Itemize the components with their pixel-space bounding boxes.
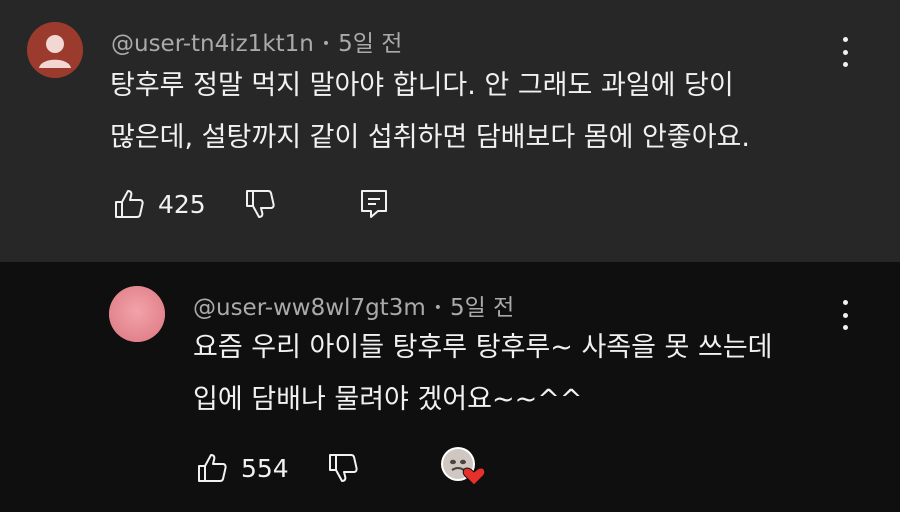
comment-text-line: 입에 담배나 물려야 겠어요~~^^ <box>193 384 583 415</box>
user-avatar-icon <box>109 286 165 342</box>
author-handle[interactable]: @user-ww8wl7gt3m <box>193 295 426 321</box>
comment-text-line: 요즘 우리 아이들 탕후루 탕후루~ 사족을 못 쓰는데 <box>193 332 773 363</box>
default-avatar-icon <box>27 22 83 78</box>
thumbs-up-icon <box>198 454 227 482</box>
avatar[interactable] <box>109 286 165 342</box>
comment-time[interactable]: 5일 전 <box>450 295 514 321</box>
dislike-button[interactable] <box>244 188 276 220</box>
thumbs-down-icon <box>329 454 358 482</box>
thumbs-up-icon <box>115 190 144 218</box>
avatar[interactable] <box>27 22 83 78</box>
more-dot <box>842 37 848 42</box>
reply-icon <box>361 190 387 218</box>
like-button[interactable] <box>196 452 228 484</box>
comment-text-line: 많은데, 설탕까지 같이 섭취하면 담배보다 몸에 안좋아요. <box>110 122 750 153</box>
more-dot <box>842 312 848 318</box>
more-dot <box>842 62 848 67</box>
like-count: 554 <box>241 454 289 483</box>
more-actions-button[interactable] <box>840 37 850 67</box>
more-actions-button[interactable] <box>840 300 850 330</box>
author-handle[interactable]: @user-tn4iz1kt1n <box>111 31 314 57</box>
like-count: 425 <box>158 190 206 219</box>
reply-button[interactable] <box>358 188 390 220</box>
comment-time[interactable]: 5일 전 <box>338 31 402 57</box>
comment-text: 탕후루 정말 먹지 말아야 합니다. 안 그래도 과일에 당이 많은데, 설탕까… <box>110 60 750 164</box>
creator-heart-icon <box>441 447 486 486</box>
comment-meta: @user-ww8wl7gt3m • 5일 전 <box>193 288 514 322</box>
creator-heart-badge <box>438 444 486 488</box>
comment-meta: @user-tn4iz1kt1n • 5일 전 <box>111 24 402 58</box>
dislike-button[interactable] <box>327 452 359 484</box>
thumbs-down-icon <box>246 190 275 218</box>
more-dot <box>842 49 848 55</box>
meta-separator: • <box>321 36 331 52</box>
comment-text: 요즘 우리 아이들 탕후루 탕후루~ 사족을 못 쓰는데 입에 담배나 물려야 … <box>193 322 773 426</box>
more-dot <box>842 300 848 305</box>
comment-reply: @user-ww8wl7gt3m • 5일 전 요즘 우리 아이들 탕후루 탕후루~… <box>0 262 900 512</box>
comment-thread-top: @user-tn4iz1kt1n • 5일 전 탕후루 정말 먹지 말아야 합니다.… <box>0 0 900 262</box>
meta-separator: • <box>433 300 443 316</box>
more-dot <box>842 325 848 330</box>
comment-text-line: 탕후루 정말 먹지 말아야 합니다. 안 그래도 과일에 당이 <box>110 70 734 101</box>
like-button[interactable] <box>113 188 145 220</box>
